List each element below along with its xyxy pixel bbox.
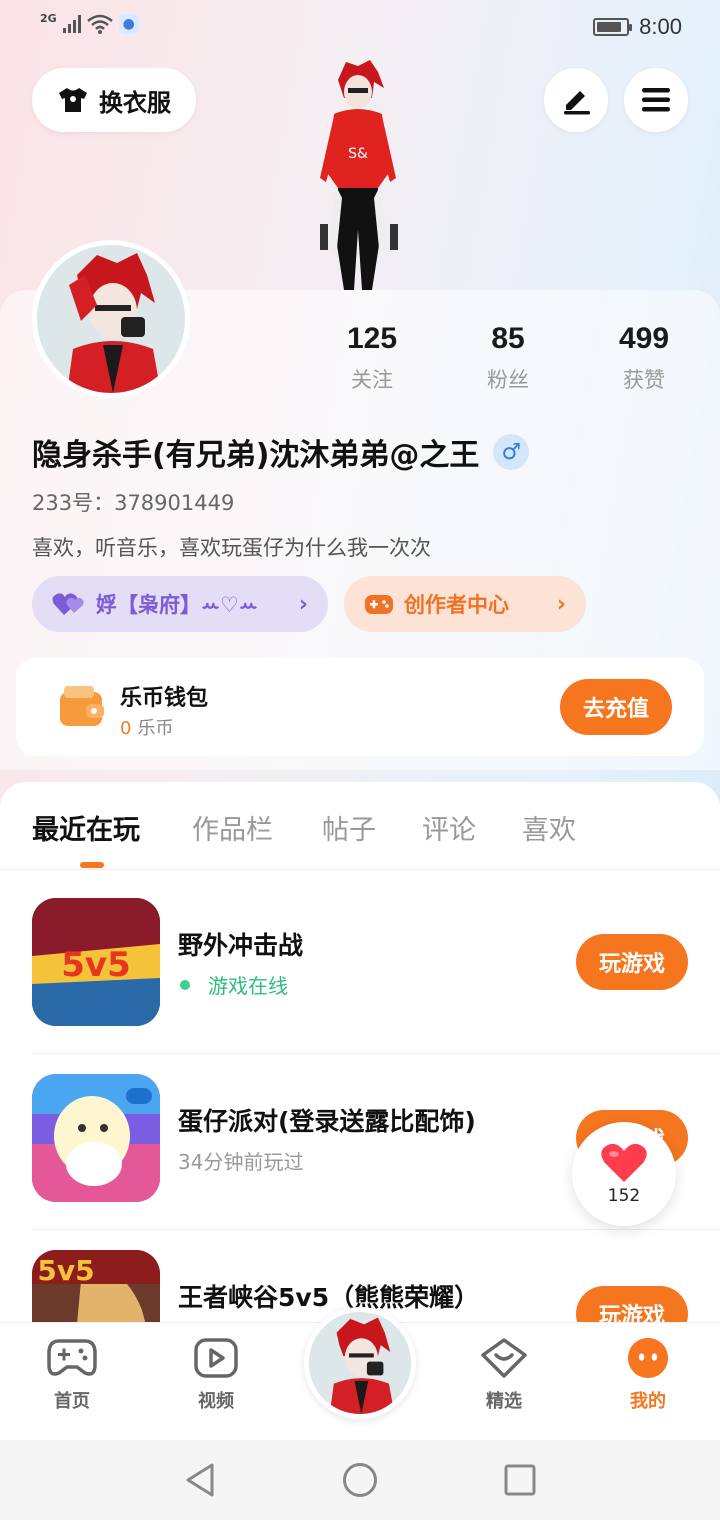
- tshirt-icon: [59, 88, 87, 112]
- fans-count: 85: [491, 322, 525, 355]
- recharge-button[interactable]: 去充值: [560, 679, 672, 735]
- gamepad-icon: [365, 595, 393, 614]
- wallet-unit: 乐币: [137, 718, 174, 739]
- play-game-button[interactable]: 玩游戏: [576, 934, 688, 990]
- bio: 喜欢，听音乐，喜欢玩蛋仔为什么我一次次: [32, 536, 431, 560]
- tab-comments[interactable]: 评论: [422, 808, 476, 847]
- heart-duo-icon: [52, 593, 84, 615]
- stat-following[interactable]: 125 关注: [312, 322, 432, 394]
- tab-bar: 最近在玩 作品栏 帖子 评论 喜欢: [0, 782, 720, 870]
- online-dot-icon: [180, 979, 190, 990]
- nav-video-label: 视频: [198, 1391, 234, 1412]
- game-badge: 5v5: [37, 1254, 94, 1287]
- back-icon[interactable]: [184, 1462, 218, 1498]
- username: 隐身杀手(有兄弟)沈沐弟弟@之王: [32, 438, 480, 473]
- wallet-icon: [60, 686, 104, 726]
- game-icon: [32, 1074, 160, 1202]
- family-chip-label: 娐【枭府】ꕀ♡ꕀ: [96, 593, 258, 617]
- edit-profile-button[interactable]: [544, 68, 608, 132]
- status-bar: 2G ● 8:00: [0, 0, 720, 56]
- family-chip[interactable]: 娐【枭府】ꕀ♡ꕀ ›: [32, 576, 328, 632]
- nav-home[interactable]: 首页: [22, 1337, 122, 1413]
- signal-icon: [62, 15, 81, 33]
- avatar[interactable]: [32, 240, 190, 398]
- game-title: 王者峡谷5v5（熊熊荣耀）: [178, 1283, 480, 1312]
- chevron-right-icon: ›: [298, 591, 308, 617]
- baidu-paw-icon: ●: [118, 14, 139, 34]
- nav-video[interactable]: 视频: [166, 1337, 266, 1413]
- nav-featured[interactable]: 精选: [454, 1337, 554, 1413]
- likes-label: 获赞: [623, 368, 665, 392]
- avatar-3d-figure: S&: [320, 60, 398, 290]
- bottom-nav: 首页 视频 精选 我的: [0, 1307, 720, 1440]
- change-outfit-label: 换衣服: [99, 88, 171, 117]
- pen-icon: [564, 91, 590, 115]
- username-row: 隐身杀手(有兄弟)沈沐弟弟@之王 ♂: [32, 430, 530, 474]
- change-outfit-button[interactable]: 换衣服: [32, 68, 196, 132]
- game-title: 蛋仔派对(登录送露比配饰): [178, 1107, 476, 1136]
- featured-icon: [481, 1338, 527, 1378]
- game-status: 游戏在线: [178, 970, 288, 999]
- avatar-image: [309, 1312, 411, 1414]
- user-id: 233号：378901449: [32, 491, 235, 515]
- tab-works[interactable]: 作品栏: [192, 808, 273, 847]
- menu-button[interactable]: [624, 68, 688, 132]
- nav-avatar-button[interactable]: [304, 1307, 416, 1419]
- wallet-balance: 0 乐币: [120, 714, 173, 740]
- avatar-image: [37, 245, 185, 393]
- chevron-right-icon: ›: [556, 591, 566, 617]
- battery-icon: [593, 18, 633, 36]
- like-count: 152: [607, 1186, 641, 1206]
- gamepad-icon: [47, 1339, 97, 1376]
- wallet-amount: 0: [120, 718, 132, 739]
- like-float-button[interactable]: 152: [572, 1122, 676, 1226]
- creator-center-chip[interactable]: 创作者中心 ›: [344, 576, 586, 632]
- heart-icon: [601, 1143, 647, 1182]
- fans-label: 粉丝: [487, 368, 529, 392]
- network-type: 2G: [40, 11, 57, 25]
- game-last-played: 34分钟前玩过: [178, 1150, 304, 1174]
- content-panel: 最近在玩 作品栏 帖子 评论 喜欢 5v5 野外冲击战 游戏在线 玩游戏 蛋仔派…: [0, 782, 720, 1378]
- game-status-text: 游戏在线: [208, 974, 288, 998]
- system-nav-bar: [0, 1440, 720, 1520]
- wallet-title: 乐币钱包: [120, 686, 209, 711]
- tab-recently-played[interactable]: 最近在玩: [32, 808, 140, 847]
- svg-text:S&: S&: [348, 146, 368, 162]
- game-list-item[interactable]: 5v5 野外冲击战 游戏在线 玩游戏: [32, 878, 720, 1054]
- nav-featured-label: 精选: [486, 1391, 522, 1412]
- nav-mine-label: 我的: [630, 1391, 666, 1412]
- home-icon[interactable]: [342, 1462, 378, 1498]
- likes-count: 499: [618, 322, 670, 355]
- clock: 8:00: [639, 14, 682, 39]
- tab-posts[interactable]: 帖子: [322, 808, 376, 847]
- creator-center-label: 创作者中心: [404, 593, 509, 617]
- profile-face-icon: [627, 1337, 669, 1379]
- game-icon: 5v5: [32, 898, 160, 1026]
- following-count: 125: [346, 322, 398, 355]
- video-icon: [194, 1338, 238, 1378]
- nav-mine[interactable]: 我的: [598, 1337, 698, 1413]
- wallet-card[interactable]: 乐币钱包 0 乐币 去充值: [16, 658, 704, 756]
- tab-likes[interactable]: 喜欢: [522, 808, 576, 847]
- hamburger-menu-icon: [642, 88, 670, 112]
- game-badge: 5v5: [61, 945, 130, 985]
- male-gender-icon: ♂: [493, 434, 530, 470]
- stat-likes[interactable]: 499 获赞: [584, 322, 704, 394]
- game-title: 野外冲击战: [178, 931, 304, 960]
- stat-fans[interactable]: 85 粉丝: [448, 322, 568, 394]
- following-label: 关注: [351, 368, 393, 392]
- wifi-icon: [86, 14, 113, 34]
- tab-indicator: [80, 862, 104, 868]
- nav-home-label: 首页: [54, 1391, 90, 1412]
- recents-icon[interactable]: [504, 1464, 536, 1496]
